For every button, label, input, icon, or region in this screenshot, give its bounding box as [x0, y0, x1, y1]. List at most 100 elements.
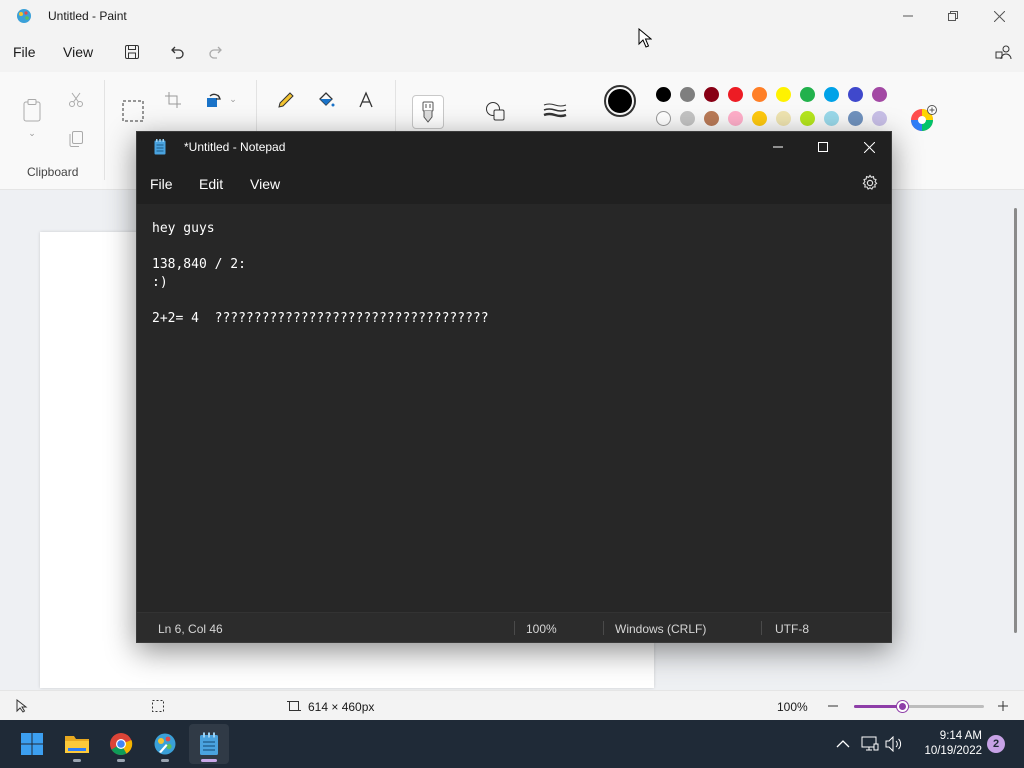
- selection-rectangle-icon: [122, 100, 144, 122]
- folder-icon: [65, 736, 89, 753]
- text-icon: [359, 91, 373, 108]
- rotate-button[interactable]: [202, 89, 224, 111]
- taskbar-notepad[interactable]: [189, 724, 229, 764]
- clipboard-group-label: Clipboard: [27, 165, 79, 179]
- network-icon: [861, 736, 879, 751]
- status-separator: [603, 621, 604, 635]
- minus-icon: [828, 705, 838, 707]
- fill-button[interactable]: [315, 89, 337, 111]
- color-swatch[interactable]: [752, 87, 767, 102]
- color-swatch[interactable]: [728, 87, 743, 102]
- account-button[interactable]: [994, 42, 1014, 62]
- paste-button[interactable]: [20, 98, 44, 122]
- paint-menu-view[interactable]: View: [63, 44, 93, 60]
- zoom-slider-thumb[interactable]: [897, 701, 909, 712]
- undo-icon: [171, 46, 184, 59]
- vertical-scrollbar[interactable]: [1014, 208, 1017, 633]
- clock-date: 10/19/2022: [924, 745, 982, 757]
- paint-zoom-level: 100%: [777, 700, 808, 714]
- color-swatch[interactable]: [704, 111, 719, 126]
- save-button[interactable]: [122, 42, 142, 62]
- volume-button[interactable]: [884, 734, 904, 754]
- start-button[interactable]: [12, 724, 52, 764]
- paint-menu-file[interactable]: File: [13, 44, 36, 60]
- color-swatch[interactable]: [776, 87, 791, 102]
- color-swatch[interactable]: [656, 87, 671, 102]
- notepad-menu-edit[interactable]: Edit: [199, 176, 223, 192]
- paint-restore-button[interactable]: [930, 0, 976, 32]
- restore-icon: [948, 11, 958, 21]
- rotate-dropdown-icon[interactable]: ⌄: [228, 94, 238, 104]
- pencil-button[interactable]: [275, 89, 297, 111]
- color-swatch[interactable]: [704, 87, 719, 102]
- color-swatch[interactable]: [776, 111, 791, 126]
- color-swatch[interactable]: [872, 111, 887, 126]
- show-hidden-icons-button[interactable]: [833, 734, 853, 754]
- crop-button[interactable]: [163, 90, 183, 110]
- notepad-titlebar: *Untitled - Notepad: [137, 132, 891, 162]
- redo-button[interactable]: [206, 42, 226, 62]
- system-clock[interactable]: 9:14 AM 10/19/2022: [912, 729, 982, 759]
- paste-icon: [23, 99, 41, 122]
- undo-button[interactable]: [167, 42, 187, 62]
- color-swatch[interactable]: [680, 87, 695, 102]
- color-swatch[interactable]: [680, 111, 695, 126]
- notepad-menu-view[interactable]: View: [250, 176, 280, 192]
- brush-icon: [422, 101, 434, 123]
- clock-time: 9:14 AM: [939, 730, 982, 742]
- color-swatch[interactable]: [800, 111, 815, 126]
- notepad-app-icon: [200, 732, 218, 755]
- running-indicator: [117, 759, 125, 762]
- primary-color-button[interactable]: [604, 85, 636, 117]
- edit-colors-button[interactable]: [909, 105, 937, 133]
- crop-icon: [165, 92, 181, 108]
- cut-button[interactable]: [66, 90, 86, 110]
- shapes-button[interactable]: [483, 99, 507, 123]
- chevron-up-icon: [836, 740, 850, 748]
- notepad-close-button[interactable]: [846, 132, 892, 162]
- mouse-pointer-icon: [638, 28, 652, 48]
- zoom-in-button[interactable]: [993, 696, 1013, 716]
- paint-close-button[interactable]: [976, 0, 1022, 32]
- encoding: UTF-8: [775, 622, 809, 636]
- running-indicator: [201, 759, 217, 762]
- color-swatch[interactable]: [848, 111, 863, 126]
- paint-bucket-icon: [319, 92, 335, 107]
- network-button[interactable]: [860, 734, 880, 754]
- notepad-menubar: File Edit View: [137, 162, 891, 204]
- taskbar-paint[interactable]: [145, 724, 185, 764]
- taskbar-file-explorer[interactable]: [57, 724, 97, 764]
- primary-color-swatch: [608, 89, 632, 113]
- color-swatch[interactable]: [824, 111, 839, 126]
- color-swatch[interactable]: [728, 111, 743, 126]
- notepad-menu-file[interactable]: File: [150, 176, 173, 192]
- taskbar-chrome[interactable]: [101, 724, 141, 764]
- color-swatch[interactable]: [656, 111, 671, 126]
- size-button[interactable]: [542, 99, 568, 121]
- select-button[interactable]: [121, 99, 145, 123]
- notepad-maximize-button[interactable]: [800, 132, 846, 162]
- chrome-icon: [110, 733, 133, 755]
- running-indicator: [161, 759, 169, 762]
- color-swatch[interactable]: [872, 87, 887, 102]
- color-swatch[interactable]: [848, 87, 863, 102]
- minimize-icon: [773, 146, 783, 148]
- notification-badge[interactable]: 2: [987, 735, 1005, 753]
- color-swatch[interactable]: [800, 87, 815, 102]
- notepad-text-content: hey guys 138,840 / 2: :) 2+2= 4 ????????…: [152, 221, 489, 326]
- canvas-size-text: 614 × 460px: [308, 700, 375, 714]
- paste-dropdown-icon[interactable]: ⌄: [26, 128, 38, 138]
- copy-button[interactable]: [66, 129, 86, 149]
- color-swatch[interactable]: [824, 87, 839, 102]
- maximize-icon: [818, 142, 828, 152]
- color-swatch[interactable]: [752, 111, 767, 126]
- zoom-out-button[interactable]: [823, 696, 843, 716]
- settings-gear-icon[interactable]: [861, 174, 879, 192]
- close-icon: [993, 10, 1005, 22]
- text-button[interactable]: [355, 89, 377, 111]
- notepad-text-area[interactable]: hey guys 138,840 / 2: :) 2+2= 4 ????????…: [137, 204, 891, 612]
- zoom-slider[interactable]: [854, 701, 984, 712]
- notepad-minimize-button[interactable]: [755, 132, 801, 162]
- paint-minimize-button[interactable]: [885, 0, 931, 32]
- brushes-button[interactable]: [412, 95, 444, 129]
